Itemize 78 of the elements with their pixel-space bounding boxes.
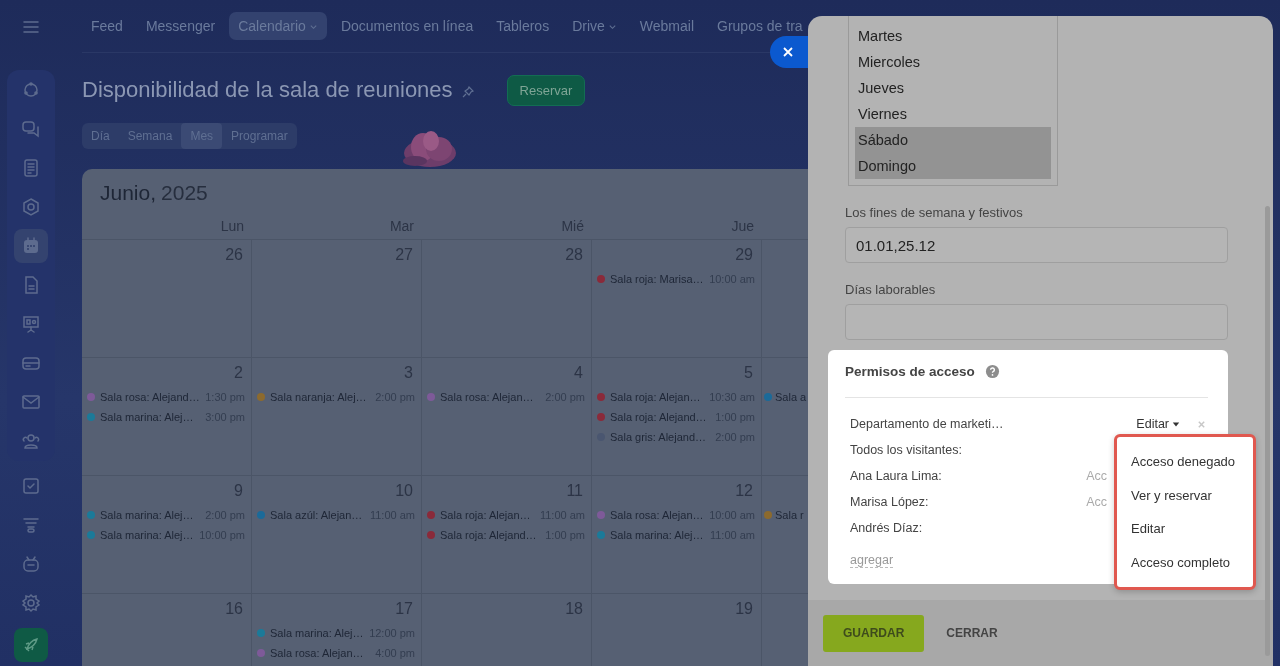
event-title: Sala marina: Alej… [100,529,194,541]
permission-name: Todos los visitantes: [850,443,962,457]
sidebar-item[interactable] [14,229,48,263]
event-title: Sala marina: Alej… [610,529,704,541]
nav-item[interactable]: Feed [82,18,132,34]
close-button[interactable] [770,36,808,68]
nav-item[interactable]: Grupos de tra [708,18,812,34]
close-icon [782,46,794,58]
event-title: Sala roja: Alejand… [610,411,707,423]
event-title: Sala marina: Alej… [100,411,194,423]
weekday-listbox[interactable]: Martes Miercoles Jueves Viernes Sábado Domingo [848,16,1058,186]
caret-icon [1172,420,1180,428]
event-title: Sala roja: Alejand… [440,529,537,541]
event-title: Sala roja: Alejan… [440,509,531,521]
calendar-event[interactable]: Sala a [764,387,808,407]
menu-item[interactable]: Editar [1117,512,1253,546]
close-icon [1196,419,1206,429]
nav-item[interactable]: Messenger [136,18,225,34]
group-icon [21,431,41,451]
calendar-event[interactable]: Sala r [764,505,808,525]
access-dropdown[interactable]: Editar [1136,417,1180,431]
listbox-option[interactable]: Martes [855,23,1051,49]
nav-item[interactable]: Tableros [487,18,559,34]
settings-icon [21,593,41,613]
nav-item[interactable]: Drive [563,18,626,34]
menu-item[interactable]: Ver y reservar [1117,478,1253,512]
event-title: Sala azúl: Alejan… [270,509,363,521]
event-title: Sala rosa: Alejand… [100,391,200,403]
presentation-icon [21,314,41,334]
add-link[interactable]: agregar [850,553,894,568]
funnel-icon [21,515,41,535]
section-title: Permisos de acceso [845,364,975,379]
help-icon [984,364,1000,379]
listbox-option[interactable]: Viernes [855,101,1051,127]
sync-icon [21,80,41,100]
listbox-option[interactable]: Domingo [855,153,1051,179]
permission-name: Ana Laura Lima: [850,469,942,483]
event-title: Sala rosa: Alejan… [440,391,534,403]
permission-name: Marisa López: [850,495,929,509]
permission-name: Andrés Díaz: [850,521,923,535]
event-title: Sala a [775,391,807,403]
mail-icon [21,392,41,412]
listbox-option[interactable]: Sábado [855,127,1051,153]
access-level: Acc [1086,495,1107,509]
access-level: Acc [1086,469,1107,483]
checkbox-icon [21,476,41,496]
close-button[interactable]: CERRAR [940,625,1004,641]
field-label: Días laborables [845,282,937,297]
document-icon [21,158,41,178]
event-title: Sala naranja: Alej… [270,391,367,403]
hexagon-icon [21,197,41,217]
event-title: Sala r [775,509,804,521]
calendar-icon [21,236,41,256]
listbox-option[interactable]: Miercoles [855,49,1051,75]
holidays-field[interactable]: 01.01,25.12 [845,227,1228,263]
event-title: Sala gris: Alejand… [610,431,706,443]
permission-name: Departamento de marketi… [850,417,1004,431]
event-title: Sala marina: Alej… [100,509,194,521]
event-title: Sala marina: Alej… [270,627,364,639]
event-title: Sala rosa: Alejan… [270,647,364,659]
nav-item[interactable]: Webmail [630,18,703,34]
nav-item[interactable]: Documentos en línea [331,18,483,34]
field-label: Los fines de semana y festivos [845,205,1024,220]
month-label: Junio, [100,181,157,204]
listbox-option[interactable]: Jueves [855,75,1051,101]
save-button[interactable]: GUARDAR [823,614,925,652]
event-title: Sala roja: Alejan… [610,391,701,403]
menu-item[interactable]: Acceso denegado [1117,445,1253,479]
reserve-button[interactable]: Reservar [506,74,586,106]
scrollbar-thumb[interactable] [1265,206,1270,656]
event-title: Sala roja: Marisa… [610,273,704,285]
pin-icon [460,85,475,99]
menu-item[interactable]: Acceso completo [1117,545,1253,579]
nav-item[interactable]: Calendario [229,12,327,40]
launch-button[interactable] [14,628,48,662]
event-title: Sala rosa: Alejan… [610,509,704,521]
page-title: Disponibilidad de la sala de reuniones [82,77,453,103]
chat-icon [21,119,41,139]
